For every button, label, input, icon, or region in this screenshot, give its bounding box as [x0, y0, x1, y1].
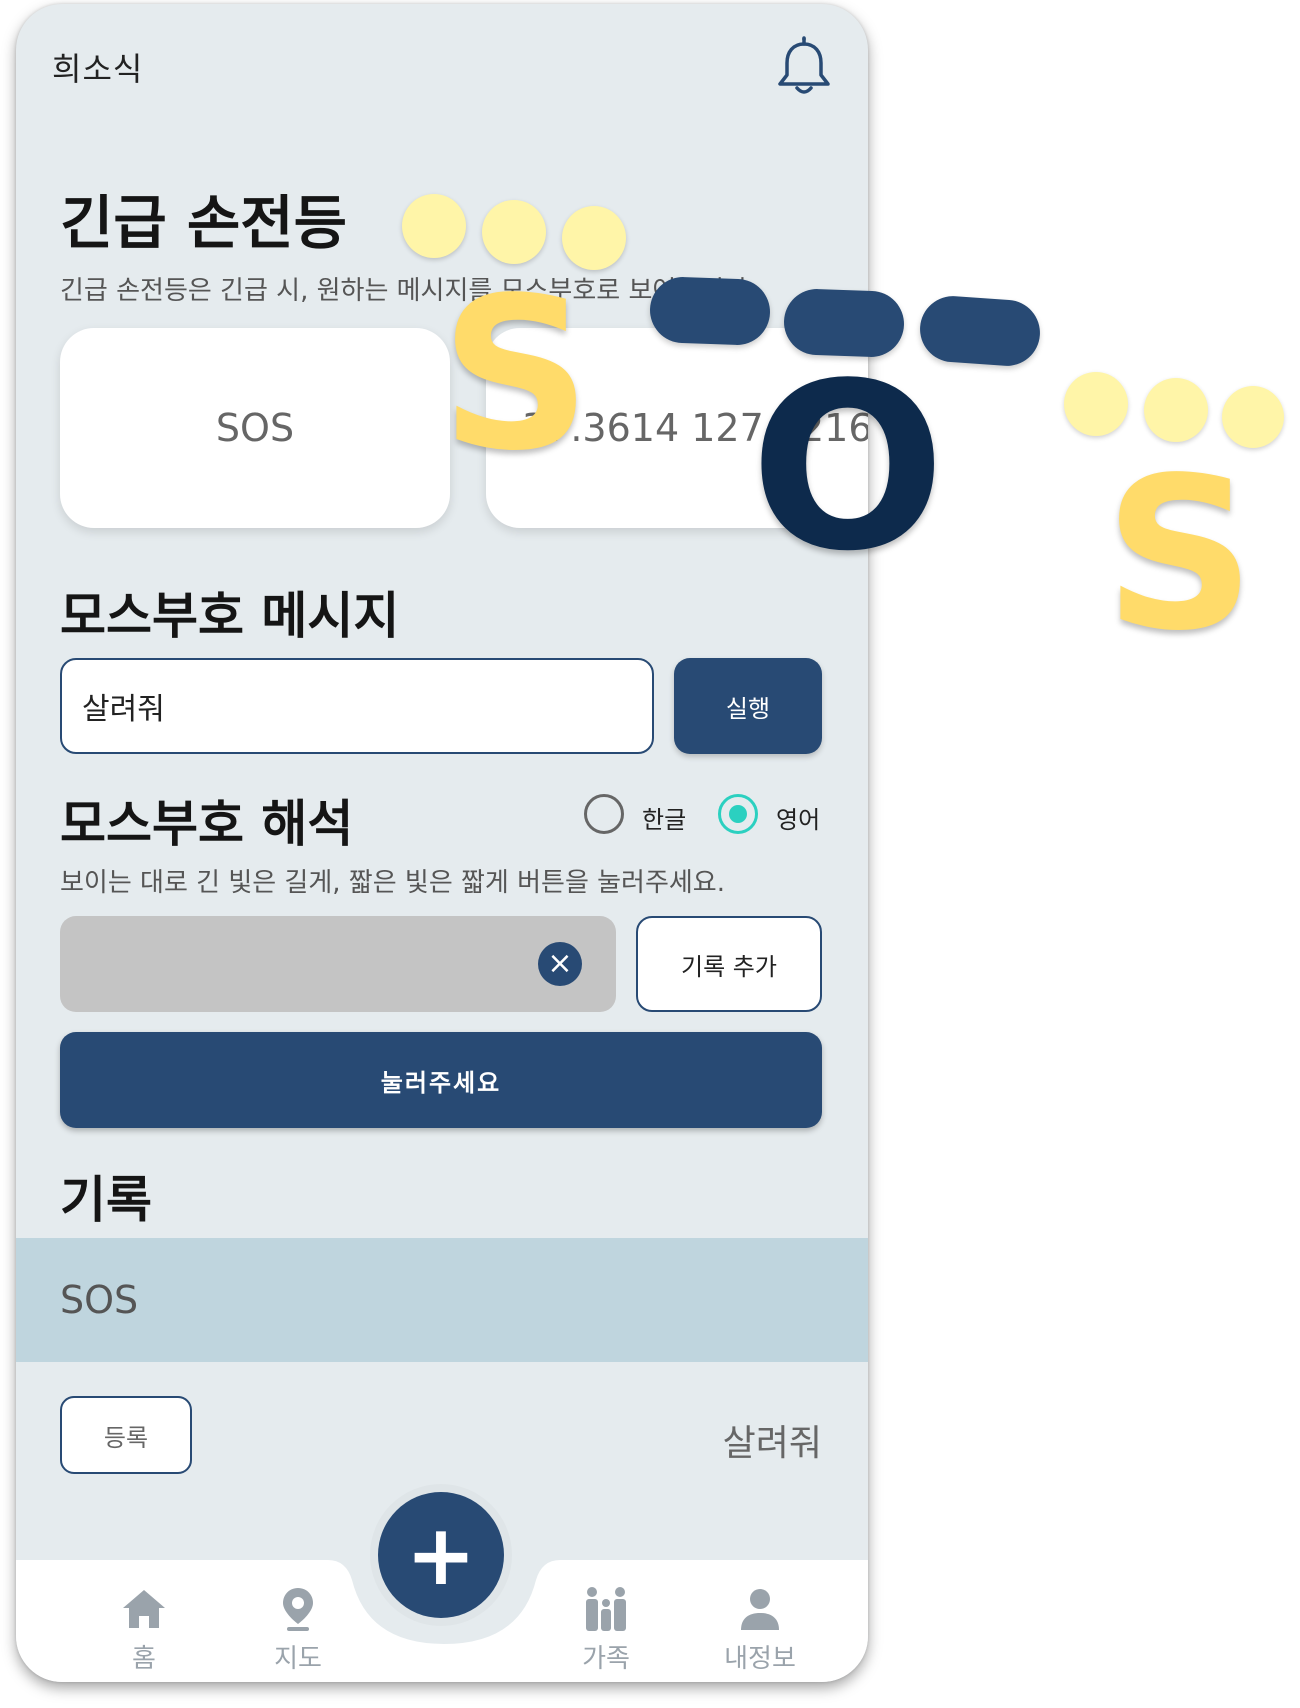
list-item[interactable]: [16, 1238, 868, 1362]
flashlight-card-sos[interactable]: SOS: [60, 328, 450, 528]
letter-o: O: [750, 335, 946, 602]
radio-english-label[interactable]: 영어: [776, 800, 820, 835]
record-code: SOS: [60, 1278, 139, 1322]
nav-home[interactable]: 홈: [84, 1586, 204, 1675]
radio-english[interactable]: [718, 794, 758, 834]
run-button[interactable]: 실행: [674, 658, 822, 754]
register-button[interactable]: 등록: [60, 1396, 192, 1474]
nav-myinfo-label: 내정보: [724, 1644, 796, 1674]
record-message: 살려줘: [722, 1423, 822, 1464]
letter-s-second: S: [1104, 432, 1256, 677]
press-button[interactable]: 눌러주세요: [60, 1032, 822, 1128]
add-fab-button[interactable]: +: [378, 1492, 504, 1618]
clear-icon[interactable]: ×: [538, 942, 582, 986]
morse-message-input[interactable]: [60, 658, 654, 754]
decode-output-field[interactable]: [60, 916, 616, 1012]
add-record-button[interactable]: 기록 추가: [636, 916, 822, 1012]
bell-icon[interactable]: [774, 34, 834, 100]
person-icon: [741, 1589, 779, 1630]
family-icon: [586, 1587, 626, 1631]
radio-korean-label[interactable]: 한글: [642, 800, 686, 835]
morse-dot: [1064, 372, 1128, 436]
nav-myinfo[interactable]: 내정보: [700, 1586, 820, 1675]
nav-family[interactable]: 가족: [546, 1586, 666, 1675]
nav-home-label: 홈: [132, 1644, 156, 1674]
records-title: 기록: [60, 1171, 152, 1229]
card-sos-label: SOS: [215, 406, 295, 450]
morse-message-title: 모스부호 메시지: [60, 587, 400, 645]
plus-icon: +: [405, 1506, 477, 1604]
nav-family-label: 가족: [582, 1644, 630, 1674]
morse-dot: [402, 194, 466, 258]
morse-decode-title: 모스부호 해석: [60, 795, 354, 853]
radio-korean[interactable]: [584, 794, 624, 834]
map-pin-icon: [283, 1588, 313, 1631]
flashlight-title: 긴급 손전등: [60, 189, 347, 257]
letter-s-first: S: [440, 252, 592, 497]
home-icon: [123, 1590, 165, 1628]
nav-map[interactable]: 지도: [238, 1586, 358, 1675]
nav-map-label: 지도: [274, 1644, 322, 1674]
decode-description: 보이는 대로 긴 빛은 길게, 짧은 빛은 짧게 버튼을 눌러주세요.: [60, 868, 725, 898]
user-name: 희소식: [52, 50, 144, 88]
